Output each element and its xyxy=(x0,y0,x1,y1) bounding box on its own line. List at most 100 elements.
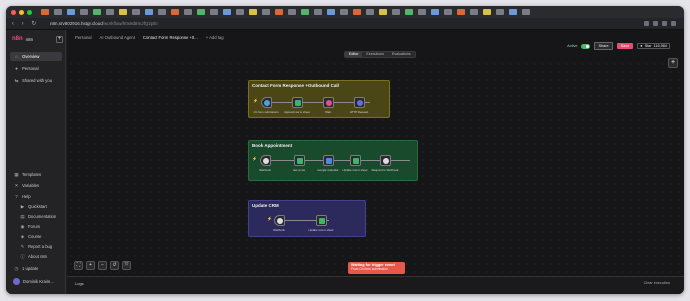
browser-tab[interactable] xyxy=(379,9,387,15)
fit-view-button[interactable]: ⛶ xyxy=(74,261,83,270)
browser-tab[interactable] xyxy=(418,9,426,15)
workflow-node[interactable] xyxy=(350,155,361,166)
tab-executions[interactable]: Executions xyxy=(362,52,388,57)
browser-tab[interactable] xyxy=(314,9,322,15)
browser-tab[interactable] xyxy=(483,9,491,15)
workflow-node[interactable] xyxy=(316,215,327,226)
sidebar-item-variables[interactable]: ✕ Variables xyxy=(10,181,62,190)
user-menu[interactable]: Dominik Kraim... xyxy=(13,278,54,285)
share-icon: ⇆ xyxy=(14,77,19,83)
browser-tab[interactable] xyxy=(444,9,452,15)
workflow-node[interactable] xyxy=(380,155,391,166)
extension-icon[interactable] xyxy=(662,21,667,26)
brand[interactable]: n8n n8n xyxy=(12,36,33,42)
zoom-out-button[interactable]: − xyxy=(98,261,107,270)
browser-tab[interactable] xyxy=(431,9,439,15)
browser-tab[interactable] xyxy=(262,9,270,15)
reset-zoom-button[interactable]: ↺ xyxy=(110,261,119,270)
sheets-icon xyxy=(352,157,359,164)
browser-tab[interactable] xyxy=(327,9,335,15)
sidebar-item-about[interactable]: ⓘ About n8n xyxy=(16,252,62,261)
tidy-up-button[interactable]: ⤧ xyxy=(122,261,131,270)
browser-tab[interactable] xyxy=(366,9,374,15)
clear-execution-button[interactable]: Clear execution xyxy=(644,281,670,285)
share-button[interactable]: Share xyxy=(594,42,613,50)
sidebar-item-course[interactable]: ◈ Course xyxy=(16,232,62,241)
waiting-trigger-toast[interactable]: Waiting for trigger event From On form s… xyxy=(348,262,405,274)
browser-tab[interactable] xyxy=(275,9,283,15)
main-area: Personal AI Outbound Agent Contact Form … xyxy=(67,30,684,294)
browser-tab[interactable] xyxy=(301,9,309,15)
workflow-node[interactable] xyxy=(274,215,285,226)
browser-tab[interactable] xyxy=(210,9,218,15)
workflow-node[interactable] xyxy=(323,97,334,108)
sidebar-item-update[interactable]: ◷ 1 update xyxy=(10,264,62,273)
nav-icons[interactable]: ‹ › ↻ xyxy=(6,20,50,27)
github-star-button[interactable]: ● Star 116,984 xyxy=(637,43,670,49)
sidebar-item-templates[interactable]: ▦ Templates xyxy=(10,170,62,179)
add-tag-link[interactable]: + Add tag xyxy=(206,35,224,40)
browser-tab[interactable] xyxy=(288,9,296,15)
browser-tab[interactable] xyxy=(236,9,244,15)
browser-tab[interactable] xyxy=(197,9,205,15)
window-controls[interactable] xyxy=(6,9,36,15)
sidebar-item-documentation[interactable]: ▤ Documentation xyxy=(16,212,62,221)
browser-tab[interactable] xyxy=(67,9,75,15)
browser-tab[interactable] xyxy=(340,9,348,15)
browser-tab[interactable] xyxy=(119,9,127,15)
browser-tab[interactable] xyxy=(457,9,465,15)
workflow-node[interactable] xyxy=(261,97,272,108)
sidebar-item-report-bug[interactable]: ✎ Report a bug xyxy=(16,242,62,251)
browser-tab[interactable] xyxy=(54,9,62,15)
workflow-name[interactable]: Contact Form Response +0... xyxy=(143,35,198,40)
browser-tab[interactable] xyxy=(223,9,231,15)
browser-tab[interactable] xyxy=(249,9,257,15)
logs-tab[interactable]: Logs xyxy=(75,281,84,286)
workflow-node[interactable] xyxy=(294,155,305,166)
add-node-button[interactable]: + xyxy=(668,58,678,68)
browser-tab[interactable] xyxy=(405,9,413,15)
browser-tab[interactable] xyxy=(353,9,361,15)
sidebar-item-shared[interactable]: ⇆ Shared with you xyxy=(10,76,62,85)
sidebar-item-personal[interactable]: ● Personal xyxy=(10,64,62,73)
extension-icon[interactable] xyxy=(644,21,649,26)
workflow-node[interactable] xyxy=(292,97,303,108)
tab-evaluations[interactable]: Evaluations xyxy=(388,52,415,57)
browser-tab[interactable] xyxy=(158,9,166,15)
browser-tab[interactable] xyxy=(93,9,101,15)
node-label: Webhook xyxy=(259,168,271,172)
breadcrumb-project[interactable]: AI Outbound Agent xyxy=(100,35,135,40)
tab-editor[interactable]: Editor xyxy=(345,52,363,57)
browser-tab[interactable] xyxy=(171,9,179,15)
browser-tab[interactable] xyxy=(132,9,140,15)
browser-tab[interactable] xyxy=(470,9,478,15)
browser-tab[interactable] xyxy=(106,9,114,15)
browser-tab[interactable] xyxy=(145,9,153,15)
workflow-canvas[interactable]: Contact Form Response +Outbound Call Boo… xyxy=(67,60,684,276)
extension-icon[interactable] xyxy=(653,21,658,26)
workflow-node[interactable] xyxy=(260,155,271,166)
save-button[interactable]: Save xyxy=(616,43,634,49)
browser-tab[interactable] xyxy=(392,9,400,15)
breadcrumb-personal[interactable]: Personal xyxy=(75,35,92,40)
browser-tab[interactable] xyxy=(80,9,88,15)
sidebar-item-help[interactable]: ? Help xyxy=(10,192,62,201)
browser-tab[interactable] xyxy=(509,9,517,15)
sidebar-item-forum[interactable]: ◉ Forum xyxy=(16,222,62,231)
menu-icon[interactable] xyxy=(671,21,676,26)
add-button[interactable]: + xyxy=(56,36,63,43)
sidebar-item-label: Variables xyxy=(22,183,40,188)
active-toggle[interactable] xyxy=(581,43,591,49)
browser-tab[interactable] xyxy=(496,9,504,15)
workflow-node[interactable] xyxy=(323,155,334,166)
browser-tab[interactable] xyxy=(41,9,49,15)
sidebar-item-label: Shared with you xyxy=(22,78,53,83)
sidebar-item-overview[interactable]: ⌂ Overview xyxy=(10,52,62,61)
browser-tab[interactable] xyxy=(522,9,530,15)
workflow-node[interactable] xyxy=(354,97,365,108)
browser-tab[interactable] xyxy=(184,9,192,15)
url-field[interactable]: n8n.srv802916.hstgr.cloud/workflow/h0x9d… xyxy=(50,21,158,26)
node-label: Respond to Webhook xyxy=(371,168,399,172)
sidebar-item-quickstart[interactable]: ▶ Quickstart xyxy=(16,202,62,211)
zoom-in-button[interactable]: + xyxy=(86,261,95,270)
